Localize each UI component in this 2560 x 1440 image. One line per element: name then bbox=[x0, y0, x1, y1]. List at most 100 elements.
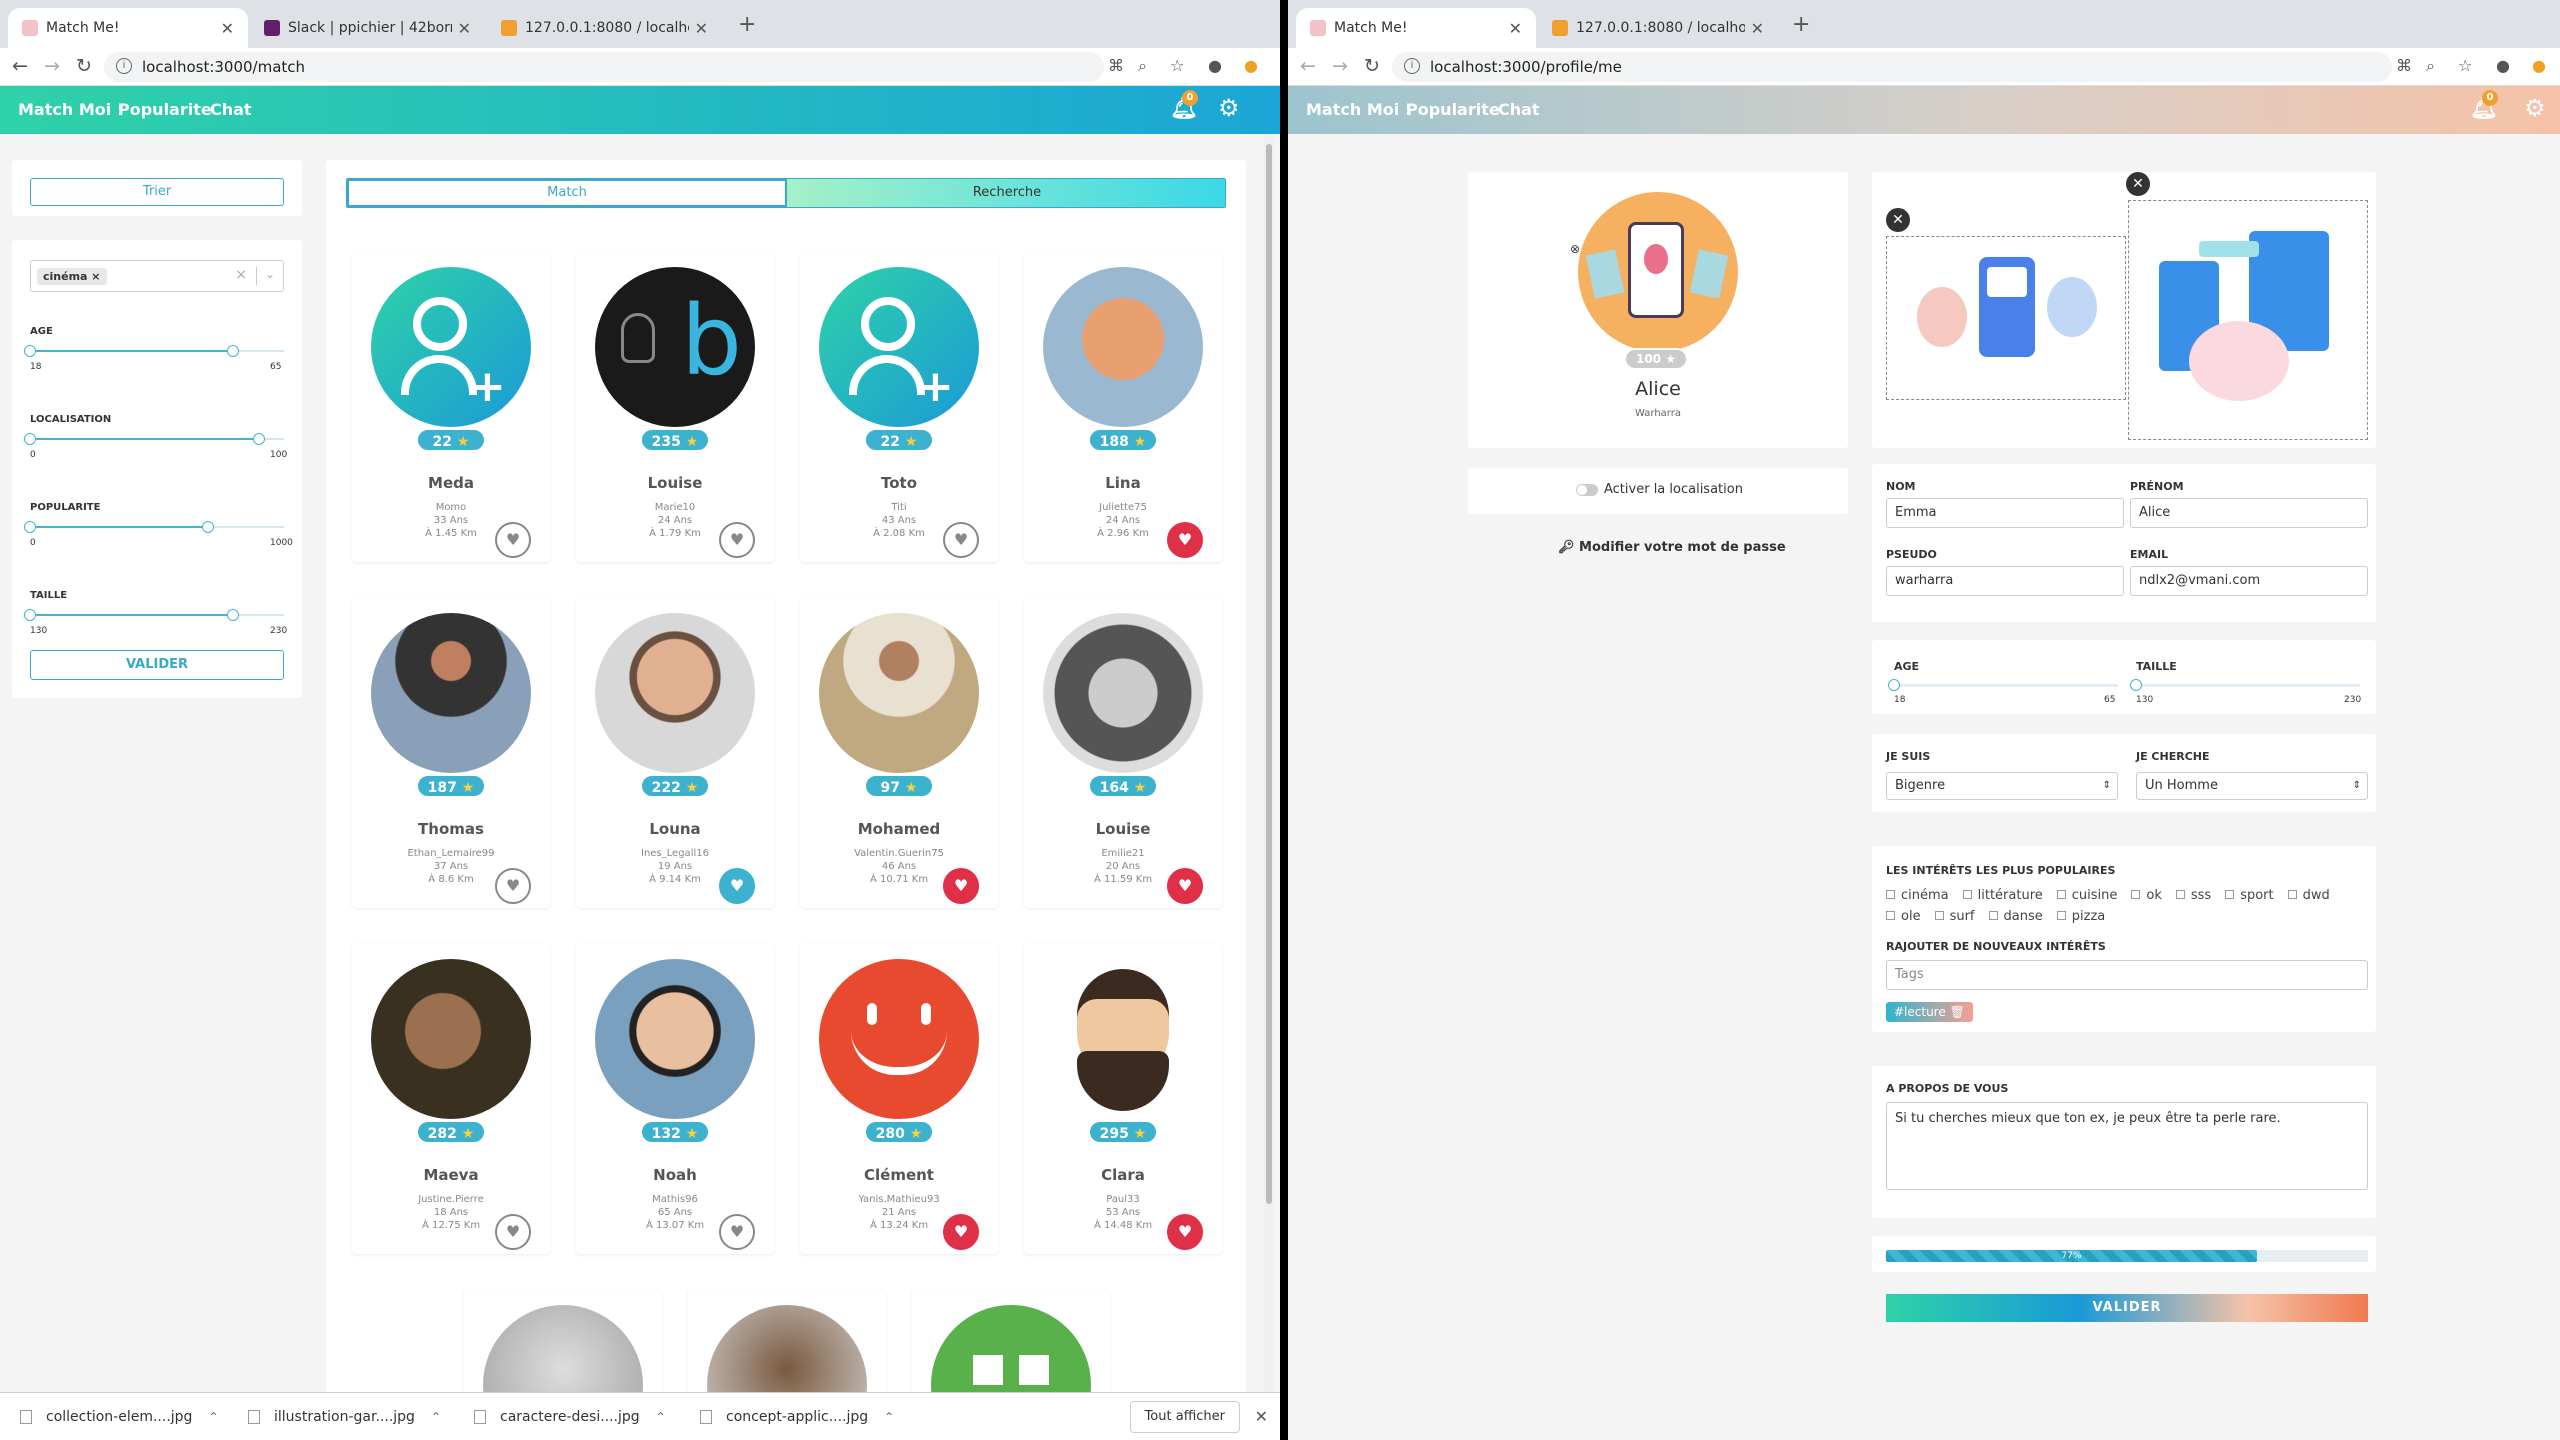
age-max-knob[interactable] bbox=[227, 345, 240, 357]
valider-filter-button[interactable]: VALIDER bbox=[30, 650, 284, 680]
profile-card[interactable]: + 22 ★ Toto Titi 43 Ans À 2.08 Km ♥ bbox=[800, 252, 998, 562]
zoom-icon[interactable]: ⌕ bbox=[1138, 56, 1147, 76]
like-button[interactable]: ♥ bbox=[495, 522, 531, 558]
tab-match-me[interactable]: Match Me! ✕ bbox=[1296, 8, 1536, 48]
profile-card[interactable]: 295 ★ Clara Paul33 53 Ans À 14.48 Km ♥ bbox=[1024, 944, 1222, 1254]
profile-card[interactable]: + 22 ★ Meda Momo 33 Ans À 1.45 Km ♥ bbox=[352, 252, 550, 562]
like-button[interactable]: ♥ bbox=[943, 522, 979, 558]
interest-checkbox[interactable]: surf bbox=[1934, 907, 1975, 926]
taille-min-knob[interactable] bbox=[24, 609, 36, 621]
gallery-photo[interactable] bbox=[1886, 236, 2126, 400]
profile-card[interactable]: 222 ★ Louna Ines_Legall16 19 Ans À 9.14 … bbox=[576, 598, 774, 908]
interest-checkbox[interactable]: sss bbox=[2175, 886, 2211, 905]
zoom-icon[interactable]: ⌕ bbox=[2426, 56, 2435, 76]
trash-icon[interactable]: 🗑︎ bbox=[1950, 1005, 1965, 1019]
popularite-link[interactable]: Popularite bbox=[1406, 100, 1500, 119]
localisation-min-knob[interactable] bbox=[24, 433, 36, 445]
back-icon[interactable]: ← bbox=[12, 55, 28, 77]
profile-icon[interactable]: ● bbox=[1208, 56, 1222, 75]
scrollbar-thumb[interactable] bbox=[1266, 144, 1272, 1204]
close-tab-icon[interactable]: ✕ bbox=[1751, 19, 1764, 38]
like-button[interactable]: ♥ bbox=[1167, 522, 1203, 558]
recherche-tab-button[interactable]: Recherche bbox=[787, 179, 1225, 207]
profile-card[interactable]: b 235 ★ Louise Marie10 24 Ans À 1.79 Km … bbox=[576, 252, 774, 562]
interest-checkbox[interactable]: ok bbox=[2131, 886, 2162, 905]
interest-checkbox[interactable]: danse bbox=[1988, 907, 2043, 926]
chevron-up-icon[interactable]: ⌃ bbox=[656, 1410, 666, 1424]
scrollbar[interactable] bbox=[1264, 134, 1274, 1392]
remove-photo-icon[interactable]: ⊗ bbox=[1570, 242, 1580, 256]
bookmark-star-icon[interactable]: ☆ bbox=[2458, 56, 2472, 75]
email-field[interactable]: ndlx2@vmani.com bbox=[2130, 566, 2368, 596]
forward-icon[interactable]: → bbox=[1332, 55, 1348, 77]
profile-card[interactable]: 187 ★ Thomas Ethan_Lemaire99 37 Ans À 8.… bbox=[352, 598, 550, 908]
like-button[interactable]: ♥ bbox=[719, 868, 755, 904]
profile-card[interactable]: 188 ★ Lina Juliette75 24 Ans À 2.96 Km ♥ bbox=[1024, 252, 1222, 562]
nom-field[interactable]: Emma bbox=[1886, 498, 2124, 528]
avatar[interactable] bbox=[371, 613, 531, 773]
about-textarea[interactable]: Si tu cherches mieux que ton ex, je peux… bbox=[1886, 1102, 2368, 1190]
avatar[interactable] bbox=[1043, 613, 1203, 773]
like-button[interactable]: ♥ bbox=[1167, 868, 1203, 904]
avatar[interactable] bbox=[595, 613, 755, 773]
chat-link[interactable]: Chat bbox=[1498, 100, 1540, 119]
download-item[interactable]: collection-elem....jpg ⌃ bbox=[20, 1401, 219, 1433]
popularite-min-knob[interactable] bbox=[24, 521, 36, 533]
like-button[interactable]: ♥ bbox=[943, 868, 979, 904]
localisation-max-knob[interactable] bbox=[252, 433, 265, 445]
forward-icon[interactable]: → bbox=[44, 55, 60, 77]
avatar[interactable] bbox=[595, 959, 755, 1119]
taille-range-slider[interactable] bbox=[2136, 684, 2360, 687]
like-button[interactable]: ♥ bbox=[943, 1214, 979, 1250]
interest-checkbox[interactable]: dwd bbox=[2287, 886, 2330, 905]
gallery-photo[interactable] bbox=[2128, 200, 2368, 440]
avatar[interactable] bbox=[819, 613, 979, 773]
profile-card[interactable]: 164 ★ Louise Emilie21 20 Ans À 11.59 Km … bbox=[1024, 598, 1222, 908]
close-tab-icon[interactable]: ✕ bbox=[1509, 19, 1522, 38]
gear-icon[interactable]: ⚙ bbox=[1218, 94, 1240, 122]
age-min-knob[interactable] bbox=[24, 345, 36, 357]
delete-photo-icon[interactable]: ✕ bbox=[2126, 172, 2150, 196]
tags-input[interactable]: Tags bbox=[1886, 960, 2368, 990]
bookmark-star-icon[interactable]: ☆ bbox=[1170, 56, 1184, 75]
je-cherche-select[interactable]: Un Homme ⇕ bbox=[2136, 772, 2368, 800]
taille-slider-knob[interactable] bbox=[2130, 679, 2142, 691]
brand-link[interactable]: Match Moi ! bbox=[1306, 100, 1412, 119]
new-tab-icon[interactable]: + bbox=[1792, 12, 1810, 37]
translate-icon[interactable]: ⌘ bbox=[1108, 56, 1124, 75]
reload-icon[interactable]: ↻ bbox=[1364, 55, 1380, 77]
close-icon[interactable]: ✕ bbox=[1255, 1407, 1268, 1426]
url-field[interactable]: i localhost:3000/profile/me bbox=[1392, 52, 2392, 82]
like-button[interactable]: ♥ bbox=[719, 1214, 755, 1250]
like-button[interactable]: ♥ bbox=[719, 522, 755, 558]
download-item[interactable]: caractere-desi....jpg ⌃ bbox=[474, 1401, 666, 1433]
interest-checkbox[interactable]: pizza bbox=[2056, 907, 2105, 926]
avatar[interactable] bbox=[371, 959, 531, 1119]
close-tab-icon[interactable]: ✕ bbox=[695, 19, 708, 38]
translate-icon[interactable]: ⌘ bbox=[2396, 56, 2412, 75]
chevron-down-icon[interactable]: ⌄ bbox=[265, 267, 275, 281]
tab-slack[interactable]: Slack | ppichier | 42born2code✕ bbox=[250, 8, 485, 48]
interest-checkbox[interactable]: ole bbox=[1886, 907, 1921, 926]
profile-avatar[interactable] bbox=[1578, 192, 1738, 352]
url-field[interactable]: i localhost:3000/match bbox=[104, 52, 1104, 82]
like-button[interactable]: ♥ bbox=[495, 868, 531, 904]
tag-select[interactable]: cinéma × × ⌄ bbox=[30, 260, 284, 292]
trier-button[interactable]: Trier bbox=[30, 178, 284, 206]
show-all-button[interactable]: Tout afficher bbox=[1129, 1401, 1240, 1433]
interest-checkbox[interactable]: littérature bbox=[1962, 886, 2043, 905]
avatar[interactable]: b bbox=[595, 267, 755, 427]
avatar[interactable]: + bbox=[371, 267, 531, 427]
prenom-field[interactable]: Alice bbox=[2130, 498, 2368, 528]
profile-card[interactable]: 282 ★ Maeva Justine.Pierre 18 Ans À 12.7… bbox=[352, 944, 550, 1254]
reload-icon[interactable]: ↻ bbox=[76, 55, 92, 77]
download-item[interactable]: concept-applic....jpg ⌃ bbox=[700, 1401, 894, 1433]
match-tab-button[interactable]: Match bbox=[347, 179, 787, 207]
age-slider-knob[interactable] bbox=[1888, 679, 1900, 691]
chevron-up-icon[interactable]: ⌃ bbox=[208, 1410, 218, 1424]
back-icon[interactable]: ← bbox=[1300, 55, 1316, 77]
change-password-link[interactable]: 🔑︎ Modifier votre mot de passe bbox=[1558, 540, 1786, 555]
gear-icon[interactable]: ⚙ bbox=[2524, 94, 2546, 122]
avatar[interactable]: + bbox=[819, 267, 979, 427]
close-tab-icon[interactable]: ✕ bbox=[221, 19, 234, 38]
